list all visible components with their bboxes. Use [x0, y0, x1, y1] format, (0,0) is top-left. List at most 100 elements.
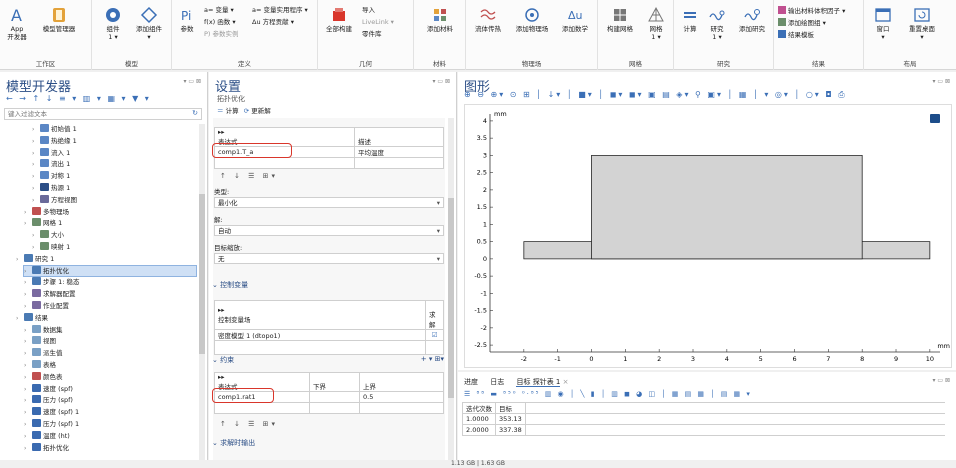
control-solve-checkbox[interactable]: ☑ — [425, 329, 444, 341]
solution-select[interactable]: 自动 — [214, 225, 444, 236]
build-mesh-button[interactable]: 构建网格 — [602, 6, 638, 33]
expand-arrow-icon[interactable]: › — [24, 278, 32, 287]
graphics-toolbar[interactable]: ⊕ ⊖ ⊕▾ ⊙ ⊞ │ ↓▾ │ ■▾ │ ◼▾ ◼▾ ▣ ▤ ◈▾ ⚲ ▣▾… — [464, 90, 847, 100]
tree-item[interactable]: › 速度 (spf) 1 — [24, 407, 79, 417]
expand-arrow-icon[interactable]: › — [32, 137, 40, 146]
tree-item[interactable]: › 热源 1 — [32, 183, 70, 193]
geometry-plot[interactable]: -2 -1 0 1 2 3 4 5 6 7 8 9 10 -2.5 -2 -1.5 -1 -0.5 0 0.5 1 1.5… — [464, 104, 952, 368]
constraint-empty-cell[interactable] — [214, 402, 310, 414]
tree-item[interactable]: › 多物理场 — [24, 206, 69, 217]
type-select[interactable]: 最小化 — [214, 197, 444, 208]
mesh-button[interactable]: 网格 1 ▾ — [642, 6, 670, 41]
expand-arrow-icon[interactable]: › — [32, 160, 40, 169]
tab-progress[interactable]: 进度 — [464, 378, 478, 386]
expand-arrow-icon[interactable]: › — [24, 349, 32, 358]
expand-arrow-icon[interactable]: › — [32, 125, 40, 134]
expand-arrow-icon[interactable]: › — [24, 385, 32, 394]
close-tab-icon[interactable]: × — [560, 378, 569, 386]
tab-probe-table[interactable]: 目标 探针表 1 — [516, 378, 561, 387]
window-button[interactable]: 窗口 ▾ — [870, 6, 896, 41]
expand-arrow-icon[interactable]: › — [24, 361, 32, 370]
objective-cell[interactable]: 337.38 — [495, 424, 526, 436]
constraints-section[interactable]: ⌄ 约束 + ▾ ⊞▾ — [212, 355, 448, 365]
expand-arrow-icon[interactable]: › — [16, 314, 24, 323]
import-button[interactable]: 导入 — [362, 6, 375, 15]
tree-item[interactable]: › 压力 (spf) — [24, 395, 73, 405]
material-factor-button[interactable]: 输出材料体积因子 ▾ — [778, 6, 845, 16]
expand-arrow-icon[interactable]: › — [24, 208, 32, 217]
expand-arrow-icon[interactable]: › — [24, 302, 32, 311]
expand-arrow-icon[interactable]: › — [24, 337, 32, 346]
tree-item[interactable]: › 求解器配置 — [24, 289, 76, 299]
tree-item[interactable]: › 拓扑优化 — [24, 442, 69, 453]
objective-scale-select[interactable]: 无 — [214, 253, 444, 264]
app-developer-button[interactable]: A App 开发器 — [4, 6, 30, 41]
constraint-lower-cell[interactable] — [309, 391, 360, 403]
control-variables-section[interactable]: ⌄ 控制变量 — [212, 280, 448, 290]
result-template-button[interactable]: 结果模板 — [778, 30, 814, 40]
constraint-empty-cell-3[interactable] — [359, 402, 444, 414]
tree-item[interactable]: › 步骤 1: 稳态 — [24, 277, 79, 287]
add-plot-button[interactable]: 添加绘图组 ▾ — [778, 18, 826, 28]
expand-arrow-icon[interactable]: › — [32, 231, 40, 240]
tree-item[interactable]: › 拓扑优化 — [23, 264, 197, 277]
variable-utilities-button[interactable]: a= 变量实用程序 ▾ — [252, 6, 308, 15]
tree-item[interactable]: › 热绝缘 1 — [32, 135, 77, 146]
tree-item[interactable]: › 视图 — [24, 336, 56, 346]
results-panel-controls[interactable]: ▾ ▭ ⊠ — [932, 377, 950, 384]
constraints-table-toolbar[interactable]: ↑ ↓ ☰ ⊞▾ — [220, 420, 278, 428]
tree-item[interactable]: › 流入 1 — [32, 147, 70, 158]
parameters-button[interactable]: Pi 参数 — [176, 6, 198, 33]
component-button[interactable]: 组件 1 ▾ — [100, 6, 126, 41]
tree-item[interactable]: › 初始值 1 — [32, 124, 77, 134]
constraints-add-icon[interactable]: + ▾ ⊞▾ — [421, 355, 444, 363]
add-math-button[interactable]: Δu 添加数学 — [556, 6, 594, 33]
build-all-button[interactable]: 全部构建 — [322, 6, 356, 33]
tree-item[interactable]: › 对称 1 — [32, 171, 70, 181]
constraint-upper-cell[interactable]: 0.5 — [359, 391, 444, 403]
control-variable-row[interactable]: 密度模型 1 (dtopo1) — [214, 329, 426, 341]
expand-arrow-icon[interactable]: › — [32, 243, 40, 252]
settings-scrollbar[interactable] — [448, 118, 454, 464]
objective-cell[interactable]: 353.13 — [495, 413, 526, 425]
add-study-button[interactable]: 添加研究 — [732, 6, 772, 33]
add-material-button[interactable]: 添加材料 — [420, 6, 460, 33]
tree-item[interactable]: › 派生值 — [24, 348, 63, 358]
expand-arrow-icon[interactable]: › — [16, 255, 24, 264]
constraint-empty-cell-2[interactable] — [309, 402, 360, 414]
expand-arrow-icon[interactable]: › — [24, 444, 32, 453]
part-library-button[interactable]: 零件库 — [362, 30, 382, 39]
expand-arrow-icon[interactable]: › — [32, 184, 40, 193]
tree-item[interactable]: › 颜色表 — [24, 371, 63, 382]
expand-arrow-icon[interactable]: › — [32, 149, 40, 158]
tree-item[interactable]: › 温度 (ht) — [24, 430, 70, 441]
objective-description-cell[interactable]: 平均温度 — [354, 146, 444, 158]
parameter-case-button[interactable]: P) 参数实例 — [204, 30, 239, 39]
iteration-cell[interactable]: 1.0000 — [462, 413, 496, 425]
tree-item[interactable]: › 速度 (spf) — [24, 383, 73, 394]
livelink-button[interactable]: LiveLink ▾ — [362, 18, 394, 27]
objective-table-toolbar[interactable]: ↑ ↓ ☰ ⊞▾ — [220, 172, 278, 180]
expand-arrow-icon[interactable]: › — [32, 196, 40, 205]
objective-empty-cell[interactable] — [214, 157, 355, 169]
objective-empty-cell-2[interactable] — [354, 157, 444, 169]
expand-arrow-icon[interactable]: › — [24, 432, 32, 441]
tree-item[interactable]: › 作业配置 — [24, 301, 69, 311]
tree-toolbar[interactable]: ← → ↑ ↓ ≡ ▾ ▥ ▾ ▦ ▾ ▼ ▾ — [6, 94, 151, 103]
equation-contribution-button[interactable]: Δu 方程贡献 ▾ — [252, 18, 294, 27]
expand-arrow-icon[interactable]: › — [24, 396, 32, 405]
functions-button[interactable]: f(x) 函数 ▾ — [204, 18, 236, 27]
tree-item[interactable]: › 流出 1 — [32, 159, 70, 169]
tree-item[interactable]: › 大小 — [32, 230, 64, 240]
expand-arrow-icon[interactable]: › — [24, 373, 32, 382]
tree-scrollbar[interactable] — [199, 124, 205, 464]
settings-update-button[interactable]: 更新解 — [251, 107, 271, 115]
expand-arrow-icon[interactable]: › — [32, 172, 40, 181]
expand-arrow-icon[interactable]: › — [24, 267, 32, 276]
tree-item[interactable]: › 映射 1 — [32, 242, 70, 252]
panel-controls-icon[interactable]: ▾ ▭ ⊠ — [183, 78, 201, 85]
add-physics-button[interactable]: 添加物理场 — [510, 6, 554, 33]
tree-item[interactable]: › 表格 — [24, 360, 56, 370]
settings-panel-controls[interactable]: ▾ ▭ ⊠ — [432, 78, 450, 85]
tree-item[interactable]: › 结果 — [16, 312, 48, 323]
